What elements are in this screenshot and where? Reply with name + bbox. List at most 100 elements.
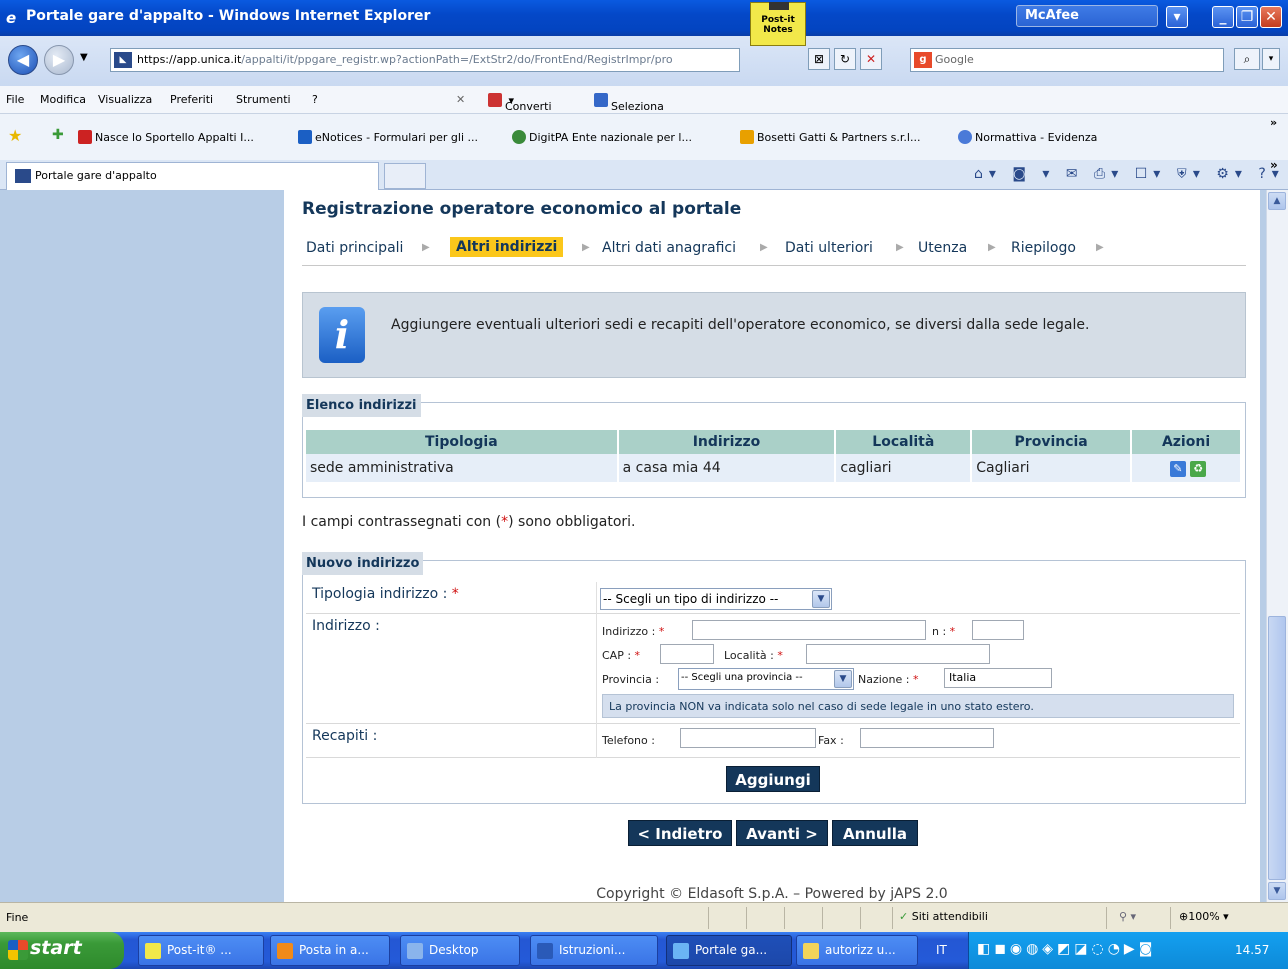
refresh-icon[interactable]: ↻ xyxy=(834,48,856,70)
scroll-down-icon[interactable]: ▼ xyxy=(1268,882,1286,900)
edit-icon[interactable]: ✎ xyxy=(1169,460,1186,477)
address-list-legend: Elenco indirizzi xyxy=(302,394,421,417)
start-button[interactable]: start xyxy=(0,932,124,969)
compat-view-icon[interactable]: ⊠ xyxy=(808,48,830,70)
info-box: i Aggiungere eventuali ulteriori sedi e … xyxy=(302,292,1246,378)
task-autorizz[interactable]: autorizz u... xyxy=(796,935,918,966)
security-zone[interactable]: ✓ Siti attendibili xyxy=(892,907,1106,929)
menu-help[interactable]: ? xyxy=(312,93,318,106)
forward-arrow-icon[interactable]: ▶ xyxy=(44,45,74,75)
new-tab-button[interactable] xyxy=(384,163,426,189)
more-favorites-icon[interactable]: » xyxy=(1270,116,1277,129)
task-postit[interactable]: Post-it® ... xyxy=(138,935,264,966)
favorite-link[interactable]: DigitPA Ente nazionale per l... xyxy=(512,130,692,144)
copyright: Copyright © Eldasoft S.p.A. – Powered by… xyxy=(596,886,948,902)
stop-icon[interactable]: ✕ xyxy=(860,48,882,70)
link-icon xyxy=(740,130,754,144)
dropdown-icon[interactable]: ▾ xyxy=(1166,6,1188,28)
select-button[interactable]: Seleziona xyxy=(594,93,664,113)
menu-bar: File Modifica Visualizza Preferiti Strum… xyxy=(0,86,1288,114)
cap-field-label: CAP : * xyxy=(602,649,641,662)
tipologia-select[interactable]: -- Scegli un tipo di indirizzo -- ▼ xyxy=(600,588,832,610)
language-indicator[interactable]: IT xyxy=(936,943,947,957)
more-commands-icon[interactable]: » xyxy=(1270,158,1278,172)
status-cell xyxy=(860,907,892,929)
tab-portale[interactable]: Portale gare d'appalto xyxy=(6,162,379,190)
zoom-icon: ⊕ xyxy=(1179,910,1189,923)
task-portale[interactable]: Portale ga... xyxy=(666,935,792,966)
scroll-up-icon[interactable]: ▲ xyxy=(1268,192,1286,210)
back-arrow-icon[interactable]: ◀ xyxy=(8,45,38,75)
windows-logo-icon xyxy=(8,940,28,960)
fax-input[interactable] xyxy=(860,728,994,748)
zoom-control[interactable]: ⊕100% ▾ xyxy=(1170,907,1266,929)
search-input[interactable]: g Google xyxy=(910,48,1224,72)
provincia-select[interactable]: -- Scegli una provincia -- ▼ xyxy=(678,668,854,690)
step-dati-principali: Dati principali xyxy=(306,240,404,256)
convert-button[interactable]: Converti ▾ xyxy=(488,93,552,113)
indirizzo-input[interactable] xyxy=(692,620,926,640)
favorites-star-icon[interactable]: ★ xyxy=(8,126,22,145)
step-altri-dati-anagrafici: Altri dati anagrafici xyxy=(602,240,737,256)
col-header-azioni: Azioni xyxy=(1131,430,1242,454)
page-title: Registrazione operatore economico al por… xyxy=(302,199,742,219)
close-toolbar-icon[interactable]: ✕ xyxy=(456,93,465,106)
col-header-indirizzo: Indirizzo xyxy=(617,430,837,454)
word-icon xyxy=(537,943,553,959)
column-divider xyxy=(596,582,597,614)
minimize-button[interactable]: _ xyxy=(1212,6,1234,28)
add-favorite-icon[interactable]: ✚ xyxy=(52,127,64,143)
tray-icons[interactable]: ◧◼◉◍◈◩◪◌◔▶◙ xyxy=(977,941,1156,957)
favorite-link[interactable]: eNotices - Formulari per gli ... xyxy=(298,130,478,144)
search-icon[interactable]: ⌕ xyxy=(1234,48,1260,70)
table-row: sede amministrativa a casa mia 44 caglia… xyxy=(306,454,1242,482)
postit-notes-icon[interactable]: Post-it Notes xyxy=(750,2,806,46)
add-button[interactable]: Aggiungi xyxy=(726,766,820,792)
cancel-button[interactable]: Annulla xyxy=(832,820,918,846)
step-arrow-icon: ▶ xyxy=(760,242,768,253)
select-icon xyxy=(594,93,608,107)
menu-preferiti[interactable]: Preferiti xyxy=(170,93,213,106)
menu-file[interactable]: File xyxy=(6,93,24,106)
task-desktop[interactable]: Desktop xyxy=(400,935,520,966)
step-utenza: Utenza xyxy=(918,240,968,256)
history-dropdown-icon[interactable]: ▼ xyxy=(80,52,88,63)
link-icon xyxy=(78,130,92,144)
url-input[interactable]: ◣ https:///appalti/it/ppgare_registr.wp?… xyxy=(110,48,740,72)
site-favicon-icon xyxy=(15,169,31,183)
menu-visualizza[interactable]: Visualizza xyxy=(98,93,152,106)
col-header-localita: Località xyxy=(835,430,973,454)
maximize-button[interactable]: ❐ xyxy=(1236,6,1258,28)
nazione-input[interactable]: Italia xyxy=(944,668,1052,688)
link-icon xyxy=(958,130,972,144)
protected-mode-icon[interactable]: ⚲ ▾ xyxy=(1106,907,1170,929)
address-bar-row: ◀ ▶ ▼ ◣ https:///appalti/it/ppgare_regis… xyxy=(0,36,1288,86)
menu-modifica[interactable]: Modifica xyxy=(40,93,86,106)
mcafee-button[interactable]: McAfee xyxy=(1016,5,1158,27)
telefono-input[interactable] xyxy=(680,728,816,748)
ie-icon xyxy=(673,943,689,959)
delete-icon[interactable]: ♻ xyxy=(1190,460,1207,477)
command-bar-icons[interactable]: ⌂▾ ◙ ▾ ✉ ⎙▾ ☐▾ ⛨▾ ⚙▾ ?▾ xyxy=(974,166,1285,182)
status-cell xyxy=(708,907,746,929)
civic-number-input[interactable] xyxy=(972,620,1024,640)
favorite-link[interactable]: Bosetti Gatti & Partners s.r.l... xyxy=(740,130,920,144)
localita-input[interactable] xyxy=(806,644,990,664)
step-arrow-icon: ▶ xyxy=(1096,242,1104,253)
task-istruzioni[interactable]: Istruzioni... xyxy=(530,935,658,966)
favorite-link[interactable]: Nasce lo Sportello Appalti I... xyxy=(78,130,254,144)
favorite-link[interactable]: Normattiva - Evidenza xyxy=(958,130,1097,144)
scroll-thumb[interactable] xyxy=(1268,616,1286,880)
menu-strumenti[interactable]: Strumenti xyxy=(236,93,291,106)
window-title-bar: e Portale gare d'appalto - Windows Inter… xyxy=(0,0,1288,36)
back-button[interactable]: < Indietro xyxy=(628,820,732,846)
n-field-label: n : * xyxy=(932,625,956,638)
cap-input[interactable] xyxy=(660,644,714,664)
task-posta[interactable]: Posta in a... xyxy=(270,935,390,966)
close-button[interactable]: ✕ xyxy=(1260,6,1282,28)
next-button[interactable]: Avanti > xyxy=(736,820,828,846)
site-favicon-icon: ◣ xyxy=(114,52,132,68)
search-options-icon[interactable]: ▾ xyxy=(1262,48,1280,70)
provincia-note: La provincia NON va indicata solo nel ca… xyxy=(602,694,1234,718)
column-divider xyxy=(596,724,597,758)
